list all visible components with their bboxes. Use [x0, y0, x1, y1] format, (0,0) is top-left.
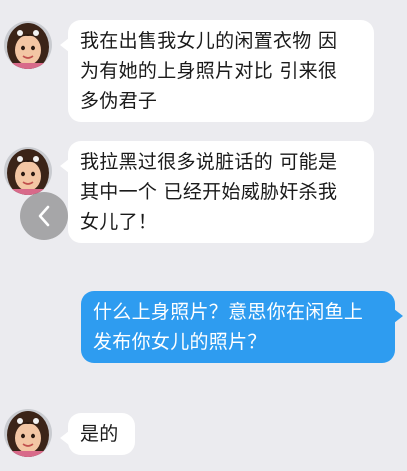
- message-text-line: 我拉黑过很多说脏话的 可能是: [80, 151, 338, 173]
- message-text-line: 发布你女儿的照片？: [93, 331, 267, 353]
- message-bubble-incoming[interactable]: 我拉黑过很多说脏话的 可能是 其中一个 已经开始威胁奸杀我 女儿了！: [60, 141, 374, 243]
- chevron-left-icon: [38, 205, 50, 227]
- message-text-line: 为有她的上身照片对比 引来很: [80, 60, 338, 82]
- girl-avatar-icon: [4, 147, 52, 195]
- message-bubble-outgoing[interactable]: 什么上身照片？意思你在闲鱼上 发布你女儿的照片？: [81, 291, 403, 363]
- message-text-line: 什么上身照片？意思你在闲鱼上: [93, 301, 364, 323]
- back-button[interactable]: [20, 192, 68, 240]
- girl-avatar-icon: [4, 21, 52, 69]
- message-bubble-incoming[interactable]: 我在出售我女儿的闲置衣物 因 为有她的上身照片对比 引来很 多伪君子: [60, 20, 374, 122]
- message-text-line: 我在出售我女儿的闲置衣物 因: [80, 30, 338, 52]
- message-text-line: 女儿了！: [80, 211, 158, 233]
- sender-avatar[interactable]: [4, 147, 52, 195]
- message-text-line: 是的: [80, 423, 119, 445]
- girl-avatar-icon: [4, 409, 52, 457]
- sender-avatar[interactable]: [4, 21, 52, 69]
- message-text-line: 其中一个 已经开始威胁奸杀我: [80, 181, 338, 203]
- message-bubble-incoming[interactable]: 是的: [60, 413, 135, 455]
- sender-avatar[interactable]: [4, 409, 52, 457]
- message-text-line: 多伪君子: [80, 90, 158, 112]
